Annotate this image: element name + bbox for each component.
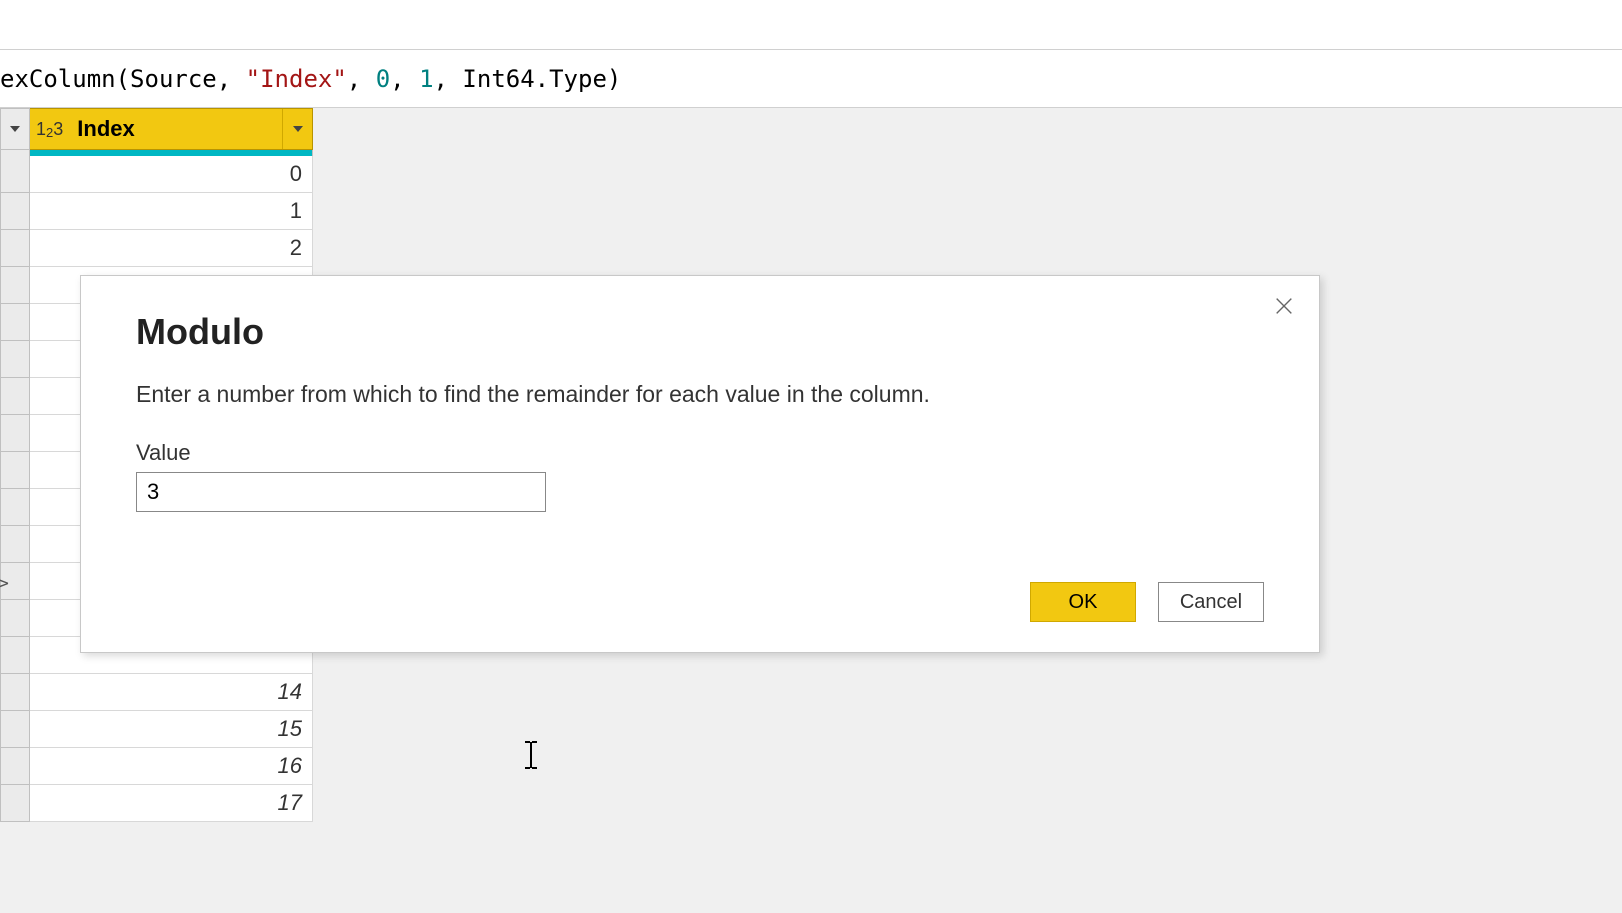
data-cell[interactable]: 16 (30, 748, 313, 785)
close-icon (1273, 295, 1295, 317)
data-cell[interactable]: 14 (30, 674, 313, 711)
data-cell[interactable]: 1 (30, 193, 313, 230)
row-gutter (0, 304, 30, 341)
chevron-down-icon (10, 126, 20, 132)
row-gutter (0, 267, 30, 304)
row-gutter (0, 415, 30, 452)
table-row[interactable]: 14 (0, 674, 1622, 711)
column-name-label: Index (69, 116, 282, 142)
row-gutter (0, 600, 30, 637)
select-all-dropdown[interactable] (0, 108, 30, 150)
data-cell[interactable]: 2 (30, 230, 313, 267)
close-button[interactable] (1269, 291, 1299, 321)
value-label: Value (136, 440, 1264, 466)
table-row[interactable]: 1 (0, 193, 1622, 230)
formula-text: exColumn(Source, "Index", 0, 1, Int64.Ty… (0, 65, 621, 93)
column-filter-dropdown[interactable] (282, 109, 312, 149)
row-gutter (0, 193, 30, 230)
row-gutter (0, 156, 30, 193)
row-gutter (0, 489, 30, 526)
modulo-dialog: Modulo Enter a number from which to find… (80, 275, 1320, 653)
table-row[interactable]: 16 (0, 748, 1622, 785)
row-gutter (0, 230, 30, 267)
expand-marker: > (0, 573, 9, 594)
value-input[interactable] (136, 472, 546, 512)
row-gutter (0, 452, 30, 489)
cancel-button[interactable]: Cancel (1158, 582, 1264, 622)
window-chrome (0, 0, 1622, 50)
formula-bar[interactable]: exColumn(Source, "Index", 0, 1, Int64.Ty… (0, 50, 1622, 108)
table-row[interactable]: 2 (0, 230, 1622, 267)
row-gutter (0, 674, 30, 711)
data-cell[interactable]: 15 (30, 711, 313, 748)
number-type-icon[interactable]: 123 (30, 109, 69, 149)
chevron-down-icon (293, 126, 303, 132)
dialog-description: Enter a number from which to find the re… (136, 381, 1264, 408)
row-gutter (0, 711, 30, 748)
row-gutter (0, 785, 30, 822)
row-gutter (0, 748, 30, 785)
column-header-index[interactable]: 123 Index (30, 108, 313, 150)
row-gutter (0, 378, 30, 415)
ok-button[interactable]: OK (1030, 582, 1136, 622)
row-gutter (0, 637, 30, 674)
row-gutter (0, 341, 30, 378)
table-row[interactable]: 17 (0, 785, 1622, 822)
data-cell[interactable]: 0 (30, 156, 313, 193)
table-row[interactable]: 15 (0, 711, 1622, 748)
row-gutter (0, 526, 30, 563)
table-row[interactable]: 0 (0, 156, 1622, 193)
dialog-title: Modulo (136, 311, 1264, 353)
data-cell[interactable]: 17 (30, 785, 313, 822)
